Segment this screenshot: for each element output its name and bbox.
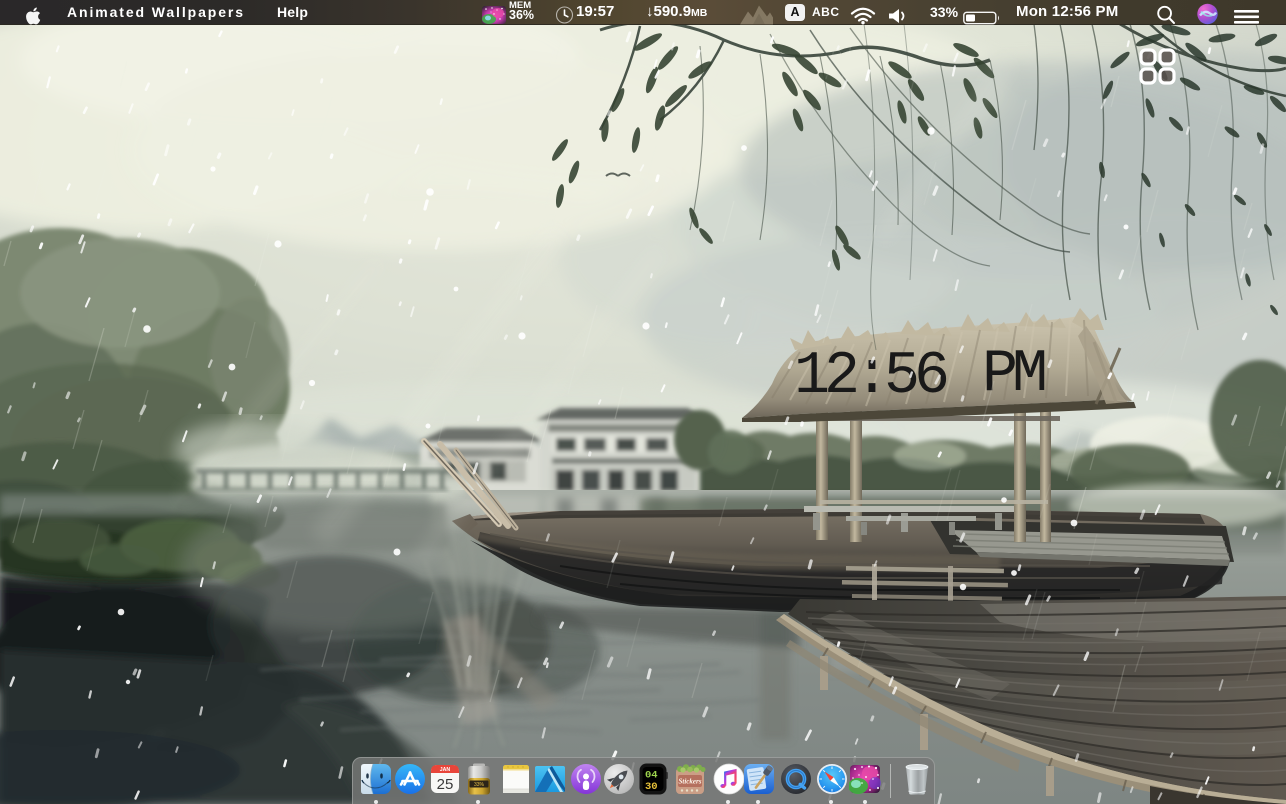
- svg-text:Stickers: Stickers: [679, 778, 702, 786]
- svg-text:33%: 33%: [474, 782, 485, 788]
- svg-text:30: 30: [645, 781, 658, 793]
- svg-text:12:56: 12:56: [794, 343, 947, 411]
- svg-text:04: 04: [645, 770, 658, 782]
- svg-text:25: 25: [437, 776, 454, 793]
- svg-text:PM: PM: [982, 341, 1045, 409]
- svg-text:JAN: JAN: [440, 767, 451, 773]
